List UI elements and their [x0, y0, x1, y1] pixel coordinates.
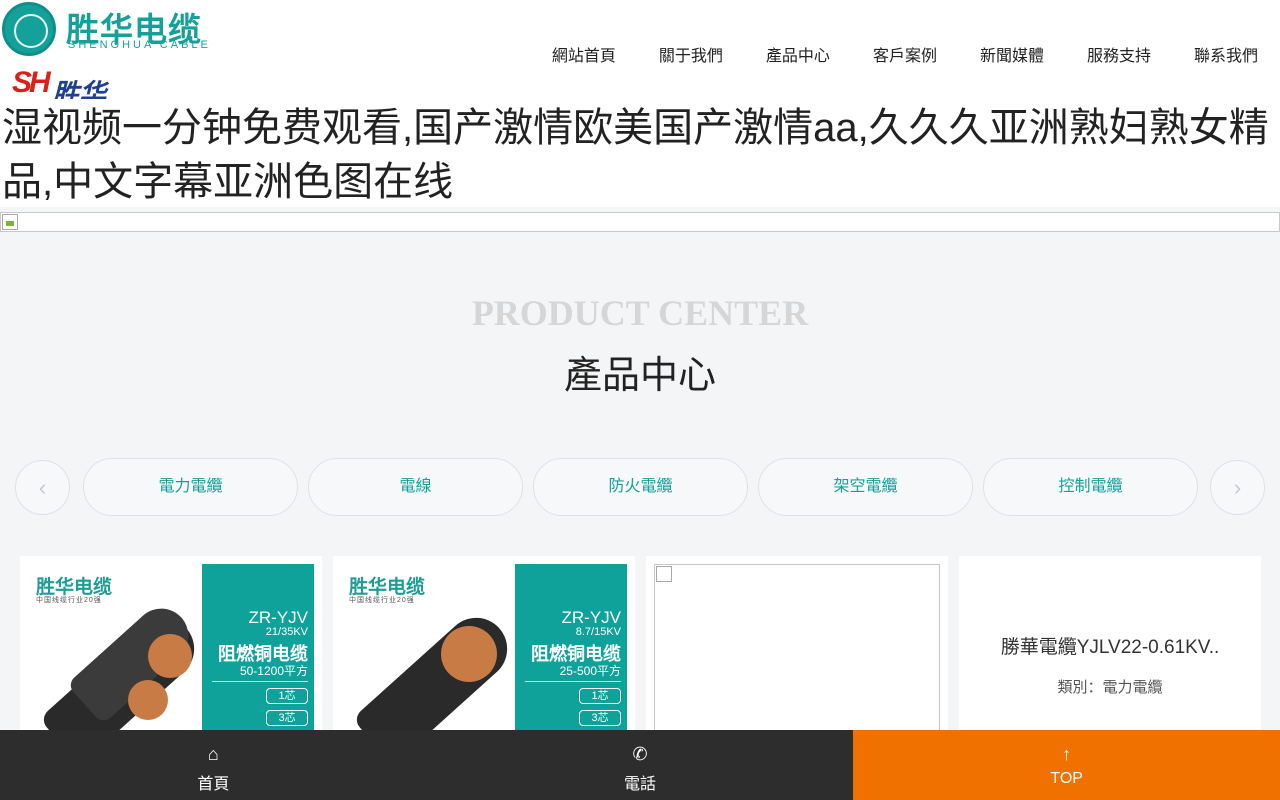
cable-illustration [352, 605, 520, 746]
logo-name-en: SHENGHUA CABLE [68, 39, 211, 51]
copper-core [148, 634, 192, 678]
arrow-up-icon: ↑ [1062, 744, 1072, 764]
product-image: 胜华电缆 中国线缆行业20强 ZR-YJV 21/35KV 阻燃铜电缆 50-1… [28, 564, 314, 746]
copper-core [128, 680, 168, 720]
category-power-cable[interactable]: 電力電纜 [83, 458, 298, 516]
category-next-button[interactable]: › [1210, 460, 1265, 515]
core-badge: 1芯 [579, 688, 621, 704]
category-control-cable[interactable]: 控制電纜 [983, 458, 1198, 516]
banner-image-broken [0, 212, 1280, 232]
product-category: 類別：電力電纜 [1057, 679, 1163, 696]
company-logo[interactable]: 胜华电缆 SHENGHUA CABLE [0, 0, 210, 58]
product-voltage: 21/35KV [265, 626, 308, 638]
product-card[interactable]: 胜华电缆 中国线缆行业20强 ZR-YJV 8.7/15KV 阻燃铜电缆 25-… [333, 556, 635, 746]
section-title-cn: 產品中心 [563, 355, 716, 397]
nav-products[interactable]: 產品中心 [766, 46, 830, 68]
product-card[interactable] [646, 556, 948, 746]
broken-image-icon [2, 214, 18, 230]
copper-core [441, 626, 497, 682]
bottom-nav-bar: ⌂ 首頁 ✆ 電話 ↑ TOP [0, 730, 1280, 800]
product-image: 胜华电缆 中国线缆行业20强 ZR-YJV 8.7/15KV 阻燃铜电缆 25-… [341, 564, 627, 746]
product-voltage: 8.7/15KV [575, 626, 621, 638]
bottom-home-button[interactable]: ⌂ 首頁 [0, 730, 427, 800]
nav-support[interactable]: 服務支持 [1087, 46, 1151, 68]
core-badge: 3芯 [579, 710, 621, 726]
back-to-top-label: TOP [1050, 770, 1083, 787]
product-model: ZR-YJV [248, 608, 309, 627]
nav-news[interactable]: 新聞媒體 [980, 46, 1044, 68]
category-fireproof-cable[interactable]: 防火電纜 [533, 458, 748, 516]
back-to-top-button[interactable]: ↑ TOP [853, 730, 1280, 800]
home-icon: ⌂ [207, 744, 219, 764]
nav-cases[interactable]: 客戶案例 [873, 46, 937, 68]
category-list: 電力電纜 電線 防火電纜 架空電纜 控制電纜 [83, 458, 1208, 516]
product-spec: 25-500平方 [559, 664, 621, 678]
nav-home[interactable]: 網站首頁 [552, 46, 616, 68]
product-spec: 50-1200平方 [239, 664, 308, 678]
product-title[interactable]: 勝華電纜YJLV22-0.61KV.. [959, 632, 1261, 659]
product-image-broken [654, 564, 940, 746]
product-list: 胜华电缆 中国线缆行业20强 ZR-YJV 21/35KV 阻燃铜电缆 50-1… [20, 556, 1272, 746]
product-spec-panel: ZR-YJV 21/35KV 阻燃铜电缆 50-1200平方 1芯 3芯 [202, 564, 314, 744]
category-prev-button[interactable]: ‹ [15, 460, 70, 515]
chevron-left-icon: ‹ [38, 475, 47, 500]
broken-image-icon [656, 566, 672, 582]
bottom-phone-label: 電話 [623, 776, 656, 793]
chevron-right-icon: › [1233, 475, 1242, 500]
product-card[interactable]: 勝華電纜YJLV22-0.61KV.. 類別：電力電纜 [959, 556, 1261, 746]
bottom-phone-button[interactable]: ✆ 電話 [426, 730, 854, 800]
product-spec-panel: ZR-YJV 8.7/15KV 阻燃铜电缆 25-500平方 1芯 3芯 [515, 564, 627, 744]
core-badge: 3芯 [266, 710, 308, 726]
injected-text: 湿视频一分钟免费观看,国产激情欧美国产激情aa,久久久亚洲熟妇熟女精品,中文字幕… [2, 106, 1269, 204]
section-title-en: PRODUCT CENTER [471, 293, 809, 333]
phone-icon: ✆ [632, 744, 648, 764]
category-overhead-cable[interactable]: 架空電纜 [758, 458, 973, 516]
product-model: ZR-YJV [561, 608, 622, 627]
divider [212, 681, 308, 682]
injected-text-block: 湿视频一分钟免费观看,国产激情欧美国产激情aa,久久久亚洲熟妇熟女精品,中文字幕… [0, 99, 1280, 207]
product-brand-sub: 中国线缆行业20强 [349, 597, 415, 604]
bottom-home-label: 首頁 [197, 776, 230, 793]
core-badge: 1芯 [266, 688, 308, 704]
product-card[interactable]: 胜华电缆 中国线缆行业20强 ZR-YJV 21/35KV 阻燃铜电缆 50-1… [20, 556, 322, 746]
sh-logo-mark: SH [12, 66, 51, 99]
logo-emblem [2, 2, 56, 56]
divider [525, 681, 621, 682]
nav-about[interactable]: 關于我們 [659, 46, 723, 68]
category-wire[interactable]: 電線 [308, 458, 523, 516]
nav-contact[interactable]: 聯系我們 [1194, 46, 1258, 68]
main-nav: 網站首頁 關于我們 產品中心 客戶案例 新聞媒體 服務支持 聯系我們 [509, 46, 1258, 68]
site-header: 胜华电缆 SHENGHUA CABLE SH 胜华览 網站首頁 關于我們 產品中… [0, 0, 1280, 148]
product-brand-sub: 中国线缆行业20强 [36, 597, 102, 604]
